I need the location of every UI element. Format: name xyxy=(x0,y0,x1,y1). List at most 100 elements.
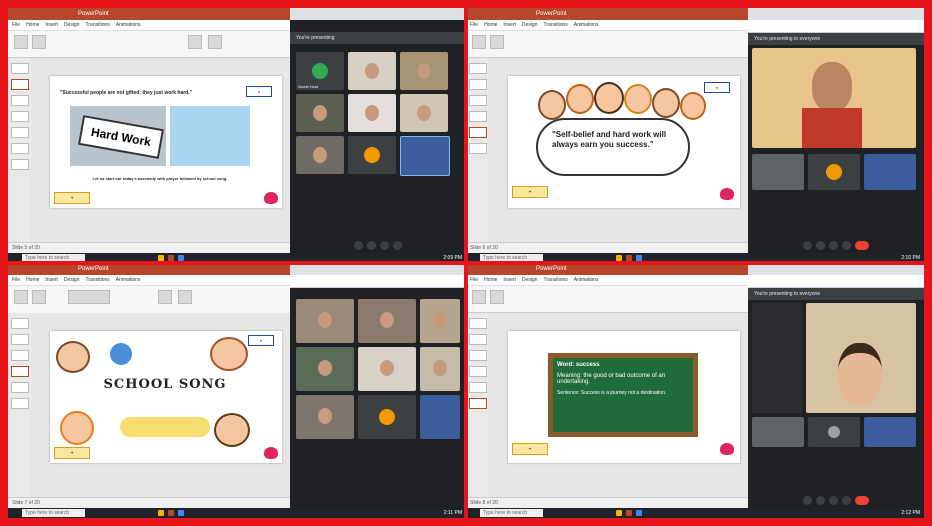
slide-thumb[interactable] xyxy=(11,398,29,409)
chrome-icon[interactable] xyxy=(178,510,184,516)
tab-transitions[interactable]: Transitions xyxy=(544,277,568,283)
slide-thumb[interactable] xyxy=(469,63,487,74)
tab-home[interactable]: Home xyxy=(484,277,497,283)
slide-thumb-selected[interactable] xyxy=(469,398,487,409)
slide-thumb[interactable] xyxy=(11,159,29,170)
taskbar-search[interactable]: Type here to search xyxy=(22,509,85,517)
tab-design[interactable]: Design xyxy=(64,277,80,283)
folder-icon[interactable] xyxy=(616,510,622,516)
participant-tile[interactable] xyxy=(864,154,916,190)
slide-thumb[interactable] xyxy=(469,350,487,361)
camera-icon[interactable] xyxy=(380,241,389,250)
mic-icon[interactable] xyxy=(803,241,812,250)
participant-tile[interactable] xyxy=(752,303,802,413)
tab-file[interactable]: File xyxy=(12,277,20,283)
paste-icon[interactable] xyxy=(14,35,28,49)
participant-tile[interactable]: Guest Host xyxy=(296,52,344,90)
new-slide-icon[interactable] xyxy=(490,35,504,49)
slide[interactable]: "Successful people are not gifted; they … xyxy=(50,76,282,208)
slide-thumb[interactable] xyxy=(469,382,487,393)
editing-icon[interactable] xyxy=(208,35,222,49)
powerpoint-icon[interactable] xyxy=(168,510,174,516)
participant-tile[interactable] xyxy=(864,417,916,447)
tab-file[interactable]: File xyxy=(12,22,20,28)
slide[interactable]: SCHOOL SONG ♦ ✦ xyxy=(50,331,282,463)
tab-file[interactable]: File xyxy=(470,22,478,28)
browser-tabs[interactable] xyxy=(748,8,924,20)
slide-thumb[interactable] xyxy=(469,111,487,122)
paste-icon[interactable] xyxy=(14,290,28,304)
ribbon-tabs[interactable]: File Home Insert Design Transitions Animation… xyxy=(8,275,290,286)
tab-animations[interactable]: Animations xyxy=(574,22,599,28)
slide-thumb[interactable] xyxy=(11,63,29,74)
participant-tile[interactable] xyxy=(420,395,460,439)
tab-insert[interactable]: Insert xyxy=(503,22,516,28)
end-call-icon[interactable] xyxy=(855,241,869,250)
slide-thumb[interactable] xyxy=(11,318,29,329)
tab-transitions[interactable]: Transitions xyxy=(86,277,110,283)
new-slide-icon[interactable] xyxy=(32,290,46,304)
slide-thumb[interactable] xyxy=(469,79,487,90)
participant-tile[interactable] xyxy=(296,395,354,439)
tab-home[interactable]: Home xyxy=(26,277,39,283)
slide-thumb[interactable] xyxy=(11,95,29,106)
participant-tile[interactable] xyxy=(296,136,344,174)
ribbon-tabs[interactable]: File Home Insert Design Transitions Animation… xyxy=(466,20,748,31)
participant-tile[interactable] xyxy=(400,52,448,90)
participant-tile[interactable] xyxy=(348,52,396,90)
taskbar-search[interactable]: Type here to search xyxy=(480,509,543,517)
folder-icon[interactable] xyxy=(158,510,164,516)
tab-insert[interactable]: Insert xyxy=(45,22,58,28)
end-call-icon[interactable] xyxy=(855,496,869,505)
address-bar[interactable] xyxy=(290,275,466,288)
mic-icon[interactable] xyxy=(803,496,812,505)
slide-thumb[interactable] xyxy=(11,127,29,138)
chrome-icon[interactable] xyxy=(636,510,642,516)
slide-thumb-selected[interactable] xyxy=(11,79,29,90)
participant-tile[interactable] xyxy=(400,94,448,132)
slide-thumb[interactable] xyxy=(11,334,29,345)
participant-tile[interactable] xyxy=(358,395,416,439)
slide-thumb[interactable] xyxy=(11,143,29,154)
browser-tabs[interactable] xyxy=(290,8,466,20)
slide-thumb[interactable] xyxy=(469,143,487,154)
new-slide-icon[interactable] xyxy=(32,35,46,49)
hand-raise-icon[interactable] xyxy=(354,241,363,250)
tab-design[interactable]: Design xyxy=(522,277,538,283)
tab-insert[interactable]: Insert xyxy=(503,277,516,283)
ribbon-tabs[interactable]: File Home Insert Design Transitions Animation… xyxy=(466,275,748,286)
tab-design[interactable]: Design xyxy=(522,22,538,28)
address-bar[interactable] xyxy=(748,275,924,288)
font-box[interactable] xyxy=(68,290,110,304)
address-bar[interactable] xyxy=(748,20,924,33)
slide[interactable]: Word: success Meaning: the good or bad o… xyxy=(508,331,740,463)
participant-tile[interactable] xyxy=(420,299,460,343)
ribbon-tabs[interactable]: File Home Insert Design Transitions Animation… xyxy=(8,20,290,31)
participant-tile[interactable] xyxy=(400,136,450,176)
shape-icon[interactable] xyxy=(158,290,172,304)
tab-animations[interactable]: Animations xyxy=(574,277,599,283)
participant-tile[interactable] xyxy=(348,136,396,174)
slide-thumb[interactable] xyxy=(469,366,487,377)
tab-animations[interactable]: Animations xyxy=(116,277,141,283)
tab-transitions[interactable]: Transitions xyxy=(86,22,110,28)
slide-thumb[interactable] xyxy=(469,95,487,106)
participant-tile[interactable] xyxy=(296,94,344,132)
participant-tile[interactable] xyxy=(348,94,396,132)
tab-transitions[interactable]: Transitions xyxy=(544,22,568,28)
new-slide-icon[interactable] xyxy=(490,290,504,304)
powerpoint-icon[interactable] xyxy=(626,510,632,516)
participant-tile[interactable] xyxy=(296,299,354,343)
slide-thumb[interactable] xyxy=(11,382,29,393)
tab-home[interactable]: Home xyxy=(484,22,497,28)
slide-thumb-selected[interactable] xyxy=(11,366,29,377)
tab-design[interactable]: Design xyxy=(64,22,80,28)
participant-tile[interactable] xyxy=(752,417,804,447)
present-icon[interactable] xyxy=(393,241,402,250)
slide-thumb[interactable] xyxy=(11,111,29,122)
participant-main-tile[interactable] xyxy=(806,303,916,413)
participant-main-tile[interactable] xyxy=(752,48,916,148)
arrange-icon[interactable] xyxy=(178,290,192,304)
hand-raise-icon[interactable] xyxy=(829,496,838,505)
slide-thumb-selected[interactable] xyxy=(469,127,487,138)
